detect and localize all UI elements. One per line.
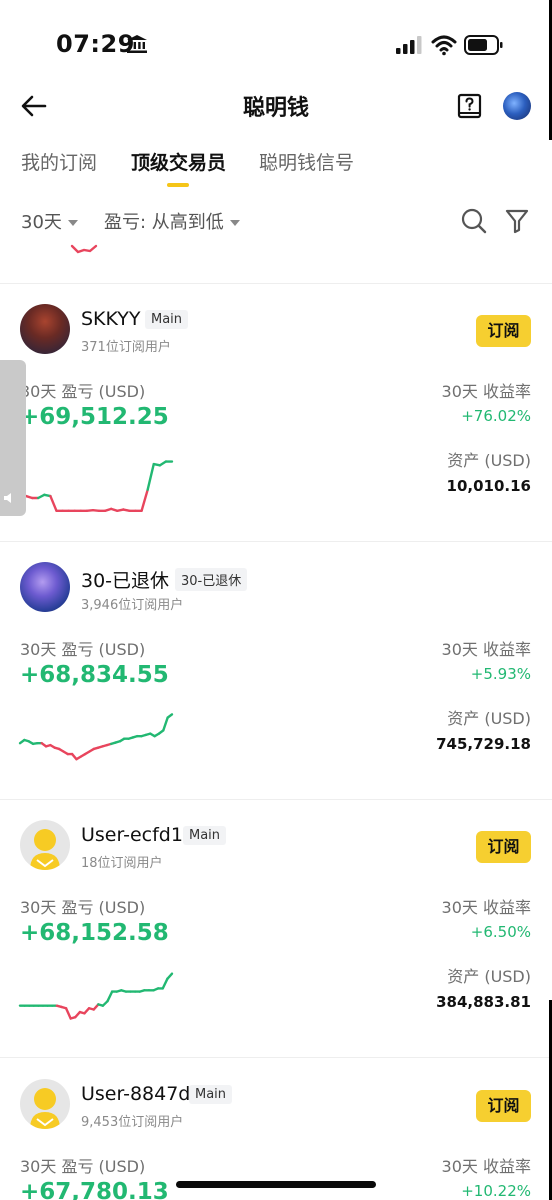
account-tag: Main [145,310,189,329]
speaker-icon [4,493,11,503]
default-user-icon [30,829,60,870]
subscriber-count: 3,946位订阅用户 [81,598,184,613]
subscriber-count: 371位订阅用户 [81,340,171,355]
trader-name: 30-已退休 [81,570,170,592]
pnl-sparkline [18,713,174,761]
sparkline-segment [161,977,169,990]
assets-value: 745,729.18 [436,735,531,753]
assets-label: 资产 (USD) [447,451,531,470]
assets-value: 10,010.16 [446,477,531,495]
sparkline-segment [162,716,169,732]
pnl-value: +67,780.13 [20,1179,169,1200]
assets-value: 384,883.81 [436,993,531,1011]
trader-card[interactable]: SKKYY Main 371位订阅用户 订阅 30天 盈亏 (USD) +69,… [0,284,552,542]
cellular-signal-icon [396,36,422,54]
status-time: 07:29 [56,30,135,58]
trader-avatar [20,820,70,870]
trader-name: User-ecfd1 [81,824,183,846]
assets-label: 资产 (USD) [447,709,531,728]
sort-filter[interactable]: 盈亏: 从高到低 [104,208,240,234]
pnl-value: +68,834.55 [20,662,169,688]
bank-icon [127,35,147,53]
divider [0,1057,552,1058]
subscribe-button[interactable]: 订阅 [476,1090,531,1122]
sparkline-segment [64,1007,72,1020]
subscriber-count: 18位订阅用户 [81,856,163,871]
tab-my-subscriptions[interactable]: 我的订阅 [21,148,97,175]
sort-filter-label: 盈亏: 从高到低 [104,212,224,233]
sparkline-segment [166,713,174,719]
trader-avatar [20,562,70,612]
pnl-value: +68,152.58 [20,920,169,946]
tab-top-traders[interactable]: 顶级交易员 [131,148,226,175]
pnl-label: 30天 盈亏 (USD) [20,382,146,401]
account-tag: Main [183,826,227,845]
pnl-sparkline [18,460,174,512]
sparkline-segment [49,494,58,512]
tab-smart-money-signals[interactable]: 聪明钱信号 [259,148,354,175]
default-user-icon [30,1088,60,1129]
trader-name: User-8847d [81,1083,191,1105]
trader-name: SKKYY [81,308,141,330]
account-tag: 30-已退休 [175,568,248,591]
home-indicator[interactable] [176,1181,376,1188]
roi-label: 30天 收益率 [441,1157,531,1176]
period-filter[interactable]: 30天 [21,208,78,234]
roi-value: +5.93% [470,665,531,683]
subscriber-count: 9,453位订阅用户 [81,1115,184,1130]
profile-avatar[interactable] [503,92,531,120]
assets-label: 资产 (USD) [447,967,531,986]
trader-avatar [20,1079,70,1129]
chevron-down-icon [67,220,78,226]
sparkline-segment [146,462,155,491]
filter-funnel-icon[interactable] [505,208,529,234]
trader-avatar [20,304,70,354]
roi-value: +76.02% [461,407,531,425]
roi-label: 30天 收益率 [441,640,531,659]
search-icon[interactable] [460,207,488,235]
account-tag: Main [189,1085,233,1104]
previous-card-sparkline-remnant [70,244,98,254]
roi-value: +10.22% [461,1182,531,1200]
pnl-value: +69,512.25 [20,404,169,430]
trader-card[interactable]: User-8847d Main 9,453位订阅用户 订阅 30天 盈亏 (US… [0,1059,552,1200]
pnl-sparkline [18,972,174,1020]
chevron-down-icon [229,220,240,226]
active-tab-indicator [167,183,189,187]
help-book-icon[interactable] [457,93,483,119]
roi-label: 30天 收益率 [441,382,531,401]
battery-icon [464,35,503,55]
pnl-label: 30天 盈亏 (USD) [20,898,146,917]
pnl-label: 30天 盈亏 (USD) [20,640,146,659]
pnl-label: 30天 盈亏 (USD) [20,1157,146,1176]
sparkline-segment [106,990,114,1003]
sparkline-segment [166,972,174,981]
wifi-icon [431,35,457,56]
roi-label: 30天 收益率 [441,898,531,917]
trader-card[interactable]: 30-已退休 30-已退休 3,946位订阅用户 30天 盈亏 (USD) +6… [0,542,552,800]
sparkline-segment [140,488,149,512]
trader-card[interactable]: User-ecfd1 Main 18位订阅用户 订阅 30天 盈亏 (USD) … [0,800,552,1058]
roi-value: +6.50% [470,923,531,941]
period-filter-label: 30天 [21,212,62,233]
subscribe-button[interactable]: 订阅 [476,315,531,347]
subscribe-button[interactable]: 订阅 [476,831,531,863]
